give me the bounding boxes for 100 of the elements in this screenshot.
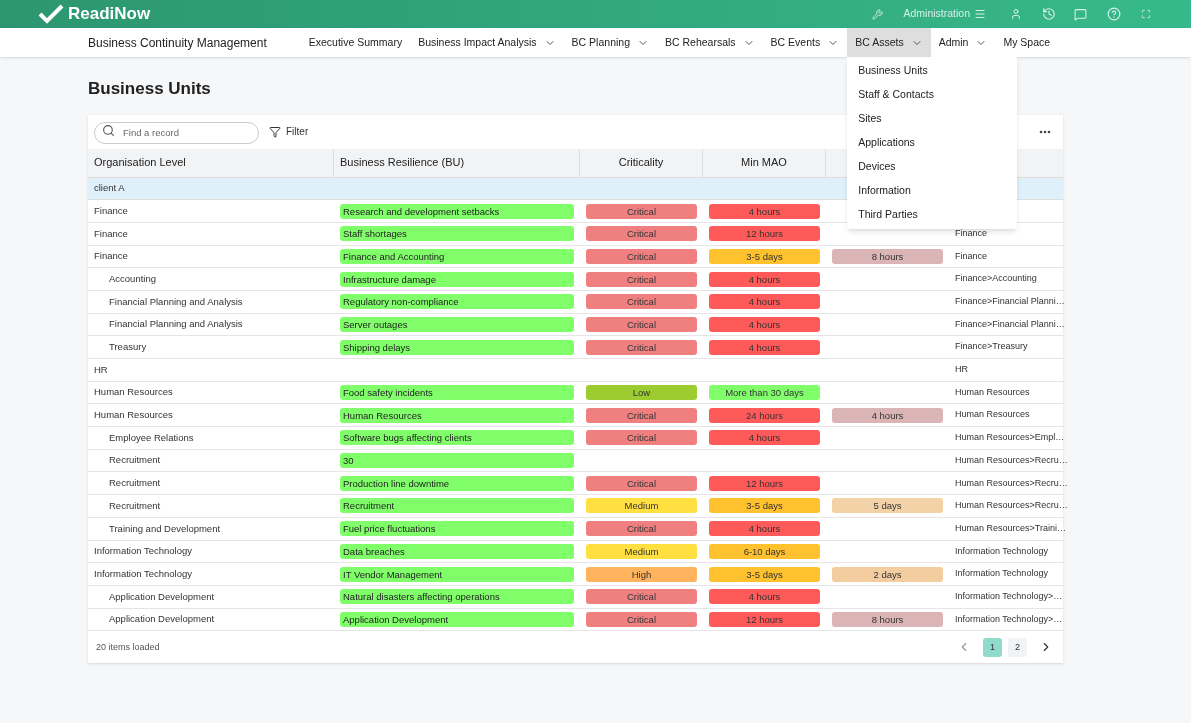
nav-tab[interactable]: Admin <box>930 28 996 57</box>
table-row[interactable]: Treasury Shipping delays Critical 4 hours Finance>Treasury <box>88 336 1063 359</box>
user-icon[interactable] <box>1010 8 1022 20</box>
status-tag: Server outages <box>340 316 574 332</box>
table-row[interactable]: Application Development Application Development Critical 12 hours 8 hours Information Technology>… <box>88 608 1063 632</box>
criticality-tag: Medium <box>586 543 697 559</box>
table-row[interactable]: Training and Development Fuel price fluctuations Critical 4 hours Human Resources>Traini… <box>88 517 1063 541</box>
history-icon[interactable] <box>1042 7 1056 21</box>
status-tag: Data breaches <box>340 543 574 559</box>
table-row[interactable]: Financial Planning and Analysis Server outages Critical 4 hours Finance>Financial Planni… <box>88 313 1063 337</box>
table-row[interactable]: HR HR <box>88 359 1063 382</box>
table-cell-text: Finance <box>94 203 128 218</box>
mao-tag: 4 hours <box>709 271 820 287</box>
status-tag: Staff shortages <box>340 226 574 242</box>
mao-tag: 12 hours <box>709 611 820 627</box>
menu-item[interactable]: Business Units <box>847 59 1018 83</box>
nav-tab[interactable]: BC Planning <box>563 28 657 57</box>
criticality-tag: Critical <box>586 203 697 219</box>
table-row[interactable]: Employee Relations Software bugs affecting clients Critical 4 hours Human Resources>Empl… <box>88 427 1063 450</box>
table-cell: Finance>Treasury <box>955 340 1028 354</box>
mao-tag: More than 30 days <box>709 385 820 401</box>
status-tag: IT Vendor Management <box>340 566 574 582</box>
column-header[interactable]: Criticality <box>580 148 703 177</box>
menu-item[interactable]: Sites <box>847 107 1018 131</box>
duration-tag: 2 days <box>832 566 943 582</box>
search-icon <box>102 123 115 137</box>
mao-tag: 4 hours <box>709 589 820 605</box>
mao-tag: 6-10 days <box>709 543 820 559</box>
table-cell: Recruitment <box>109 453 161 468</box>
group-row-label: client A <box>94 181 125 196</box>
menu-item[interactable]: Staff & Contacts <box>847 83 1018 107</box>
menu-item[interactable]: Information <box>847 179 1018 203</box>
status-tag: Regulatory non-compliance <box>340 294 574 310</box>
nav-tab[interactable]: BC Rehearsals <box>657 28 763 57</box>
column-header[interactable]: Min MAO <box>703 148 826 177</box>
nav-tab[interactable]: BC Events <box>762 28 848 57</box>
criticality-tag: Critical <box>586 316 697 332</box>
table-cell: Finance>Financial Planni… <box>955 295 1065 309</box>
mao-tag: 4 hours <box>709 203 820 219</box>
table-row[interactable]: Human Resources Food safety incidents Low More than 30 days Human Resources <box>88 381 1063 405</box>
table-cell: Treasury <box>109 340 147 355</box>
table-cell: Human Resources <box>94 408 173 423</box>
table-cell: Information Technology <box>955 567 1048 581</box>
table-row[interactable]: Information Technology IT Vendor Management High 3-5 days 2 days Information Technology <box>88 563 1063 586</box>
table-cell: Human Resources>Empl… <box>955 431 1065 445</box>
criticality-tag: Critical <box>586 226 697 242</box>
wrench-icon[interactable] <box>872 8 884 20</box>
table-cell-text: Human Resources>Traini… <box>955 521 1066 535</box>
table-cell: Information Technology <box>94 544 193 559</box>
table-row[interactable]: Information Technology Data breaches Medium 6-10 days Information Technology <box>88 540 1063 564</box>
more-options-icon[interactable] <box>1039 129 1051 134</box>
table-row[interactable]: Financial Planning and Analysis Regulatory non-compliance Critical 4 hours Finance>Financial Planni… <box>88 290 1063 314</box>
menu-item[interactable]: Devices <box>847 155 1018 179</box>
criticality-tag: Critical <box>586 475 697 491</box>
page-title: Business Units <box>88 78 211 100</box>
duration-tag: 8 hours <box>832 248 943 264</box>
items-count: 20 items loaded <box>96 640 160 654</box>
status-tag: Infrastructure damage <box>340 271 574 287</box>
nav-tab[interactable]: Business Impact Analysis <box>410 28 564 57</box>
table-cell: Financial Planning and Analysis <box>109 294 243 309</box>
menu-item[interactable]: Applications <box>847 131 1018 155</box>
column-header[interactable]: Organisation Level <box>88 148 334 177</box>
help-icon[interactable] <box>1107 7 1121 21</box>
mao-tag: 4 hours <box>709 430 820 446</box>
criticality-tag: Critical <box>586 339 697 355</box>
table-cell: Training and Development <box>109 521 221 536</box>
table-cell-text: Finance <box>955 249 988 263</box>
table-cell: Application Development <box>109 589 215 604</box>
table-row[interactable]: Finance Finance and Accounting Critical 3-5 days 8 hours Finance <box>88 245 1063 269</box>
nav-tab[interactable]: BC Assets <box>847 28 931 57</box>
fullscreen-icon[interactable] <box>1141 9 1151 19</box>
table-cell: HR <box>955 363 968 377</box>
nav-tab[interactable]: My Space <box>995 28 1059 57</box>
criticality-tag: Critical <box>586 611 697 627</box>
mao-tag: 3-5 days <box>709 248 820 264</box>
table-row[interactable]: Application Development Natural disasters affecting operations Critical 4 hours Information Technology>… <box>88 585 1063 609</box>
duration-tag: 8 hours <box>832 611 943 627</box>
search-field[interactable]: Find a record <box>94 121 259 144</box>
status-tag: Research and development setbacks <box>340 203 574 219</box>
table-cell: Finance <box>94 226 128 241</box>
status-tag: Shipping delays <box>340 339 574 355</box>
menu-icon[interactable] <box>974 8 986 20</box>
table-cell-text: Information Technology>… <box>955 612 1063 626</box>
table-cell: Human Resources <box>94 385 173 400</box>
filter-button[interactable]: Filter <box>269 124 309 139</box>
table-row[interactable]: Finance Staff shortages Critical 12 hours Finance <box>88 222 1063 246</box>
column-header[interactable]: Business Resilience (BU) <box>334 148 580 177</box>
nav-tab[interactable]: Executive Summary <box>300 28 411 57</box>
filter-icon <box>269 125 281 138</box>
table-cell-text: Information Technology <box>955 544 1048 558</box>
status-tag: Fuel price fluctuations <box>340 521 574 537</box>
status-tag: 30 <box>340 453 574 469</box>
mao-tag: 4 hours <box>709 294 820 310</box>
page-button[interactable]: 1 <box>983 637 1002 657</box>
table-row[interactable]: Accounting Infrastructure damage Critical 4 hours Finance>Accounting <box>88 268 1063 291</box>
page-button[interactable]: 2 <box>1008 637 1027 657</box>
table-row[interactable]: Human Resources Human Resources Critical 24 hours 4 hours Human Resources <box>88 404 1063 428</box>
status-tag: Application Development <box>340 611 574 627</box>
table-cell-text: Accounting <box>109 271 156 286</box>
chat-icon[interactable] <box>1074 7 1087 21</box>
